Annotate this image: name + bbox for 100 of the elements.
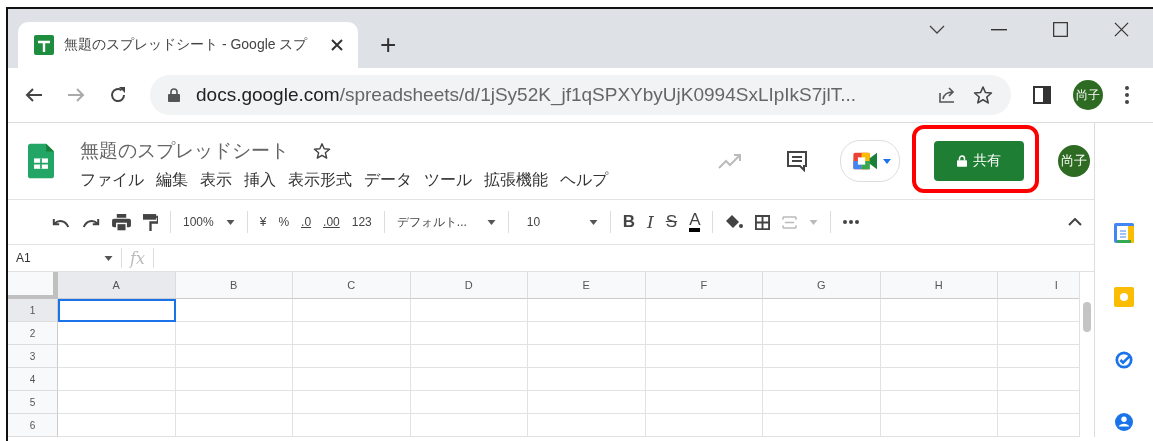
table-cell[interactable]	[645, 345, 763, 368]
tasks-icon[interactable]	[1115, 351, 1133, 369]
table-cell[interactable]	[175, 368, 293, 391]
table-cell[interactable]	[410, 322, 528, 345]
row-header[interactable]: 1	[8, 299, 58, 322]
zoom-dropdown[interactable]: 100%	[183, 215, 214, 229]
column-header[interactable]: B	[175, 272, 293, 299]
reload-icon[interactable]	[108, 85, 128, 105]
maximize-icon[interactable]	[1053, 22, 1068, 37]
table-cell[interactable]	[175, 322, 293, 345]
redo-icon[interactable]	[82, 216, 100, 228]
row-header[interactable]: 6	[8, 414, 58, 437]
star-icon[interactable]	[313, 141, 331, 160]
dropdown-caret-icon[interactable]	[104, 255, 113, 261]
menu-item[interactable]: ツール	[424, 169, 472, 191]
share-button[interactable]: 共有	[934, 141, 1024, 181]
table-cell[interactable]	[528, 322, 646, 345]
table-cell[interactable]	[763, 322, 881, 345]
menu-item[interactable]: 拡張機能	[484, 169, 548, 191]
number-format-dropdown[interactable]: 123	[351, 215, 372, 229]
table-cell[interactable]	[58, 391, 176, 414]
table-cell[interactable]	[528, 368, 646, 391]
menu-item[interactable]: 表示	[200, 169, 232, 191]
print-icon[interactable]	[112, 213, 131, 231]
table-cell[interactable]	[410, 368, 528, 391]
select-all-corner[interactable]	[8, 272, 58, 299]
table-cell[interactable]	[293, 368, 411, 391]
table-cell[interactable]	[175, 391, 293, 414]
borders-icon[interactable]	[755, 214, 771, 230]
document-title[interactable]: 無題のスプレッドシート	[80, 137, 289, 164]
star-icon[interactable]	[973, 85, 993, 105]
increase-decimal-button[interactable]: .00	[323, 215, 340, 229]
menu-item[interactable]: ファイル	[80, 169, 144, 191]
undo-icon[interactable]	[52, 216, 70, 228]
table-cell[interactable]	[880, 322, 998, 345]
table-cell[interactable]	[645, 299, 763, 322]
table-cell[interactable]	[763, 414, 881, 437]
table-cell[interactable]	[293, 322, 411, 345]
meet-button[interactable]	[840, 140, 900, 182]
column-header[interactable]: A	[58, 272, 176, 299]
name-box[interactable]: A1	[16, 251, 96, 265]
table-cell[interactable]	[175, 345, 293, 368]
table-cell[interactable]	[645, 414, 763, 437]
more-icon[interactable]	[843, 220, 860, 224]
table-cell[interactable]	[58, 345, 176, 368]
new-tab-button[interactable]: +	[380, 28, 397, 61]
table-cell[interactable]	[528, 414, 646, 437]
row-header[interactable]: 4	[8, 368, 58, 391]
row-header[interactable]: 5	[8, 391, 58, 414]
table-cell[interactable]	[763, 391, 881, 414]
table-cell[interactable]	[410, 414, 528, 437]
table-cell[interactable]	[58, 368, 176, 391]
table-cell[interactable]	[880, 391, 998, 414]
tab-search-icon[interactable]	[929, 24, 945, 35]
contacts-icon[interactable]	[1115, 413, 1133, 431]
fill-color-icon[interactable]	[725, 214, 744, 230]
row-header[interactable]: 3	[8, 345, 58, 368]
table-cell[interactable]	[293, 391, 411, 414]
menu-icon[interactable]	[1125, 86, 1129, 104]
column-header[interactable]: C	[293, 272, 411, 299]
table-cell[interactable]	[645, 368, 763, 391]
scrollbar-thumb[interactable]	[1083, 302, 1091, 332]
table-cell[interactable]	[293, 345, 411, 368]
merge-cells-icon[interactable]	[782, 215, 798, 229]
table-cell[interactable]	[645, 391, 763, 414]
table-cell[interactable]	[58, 322, 176, 345]
column-header[interactable]: I	[998, 272, 1079, 299]
bold-button[interactable]: B	[622, 212, 636, 232]
menu-item[interactable]: データ	[364, 169, 412, 191]
menu-item[interactable]: 表示形式	[288, 169, 352, 191]
table-cell[interactable]	[293, 414, 411, 437]
currency-button[interactable]: ¥	[259, 215, 267, 229]
table-cell[interactable]	[175, 299, 293, 322]
column-header[interactable]: D	[410, 272, 528, 299]
table-cell[interactable]	[880, 368, 998, 391]
close-icon[interactable]	[330, 38, 344, 52]
dropdown-caret-icon[interactable]	[588, 219, 598, 225]
column-header[interactable]: H	[880, 272, 998, 299]
column-header[interactable]: E	[528, 272, 646, 299]
keep-icon[interactable]	[1114, 287, 1134, 307]
decrease-decimal-button[interactable]: .0	[301, 215, 312, 229]
table-cell[interactable]	[58, 414, 176, 437]
dropdown-caret-icon[interactable]	[225, 219, 235, 225]
font-dropdown[interactable]: デフォルト...	[396, 213, 475, 231]
column-header[interactable]: F	[645, 272, 763, 299]
browser-tab[interactable]: 無題のスプレッドシート - Google スプ	[18, 22, 358, 68]
text-color-button[interactable]: A	[689, 212, 701, 232]
dropdown-caret-icon[interactable]	[486, 219, 496, 225]
menu-item[interactable]: 編集	[156, 169, 188, 191]
table-cell[interactable]	[528, 391, 646, 414]
calendar-icon[interactable]	[1114, 223, 1134, 243]
table-cell[interactable]	[880, 414, 998, 437]
profile-avatar[interactable]: 尚子	[1058, 145, 1090, 177]
collapse-icon[interactable]	[1068, 218, 1082, 226]
share-icon[interactable]	[937, 85, 957, 105]
table-cell[interactable]	[528, 345, 646, 368]
strikethrough-button[interactable]: S	[665, 212, 678, 232]
percent-button[interactable]: %	[278, 215, 290, 229]
table-cell[interactable]	[175, 414, 293, 437]
table-cell[interactable]	[410, 391, 528, 414]
